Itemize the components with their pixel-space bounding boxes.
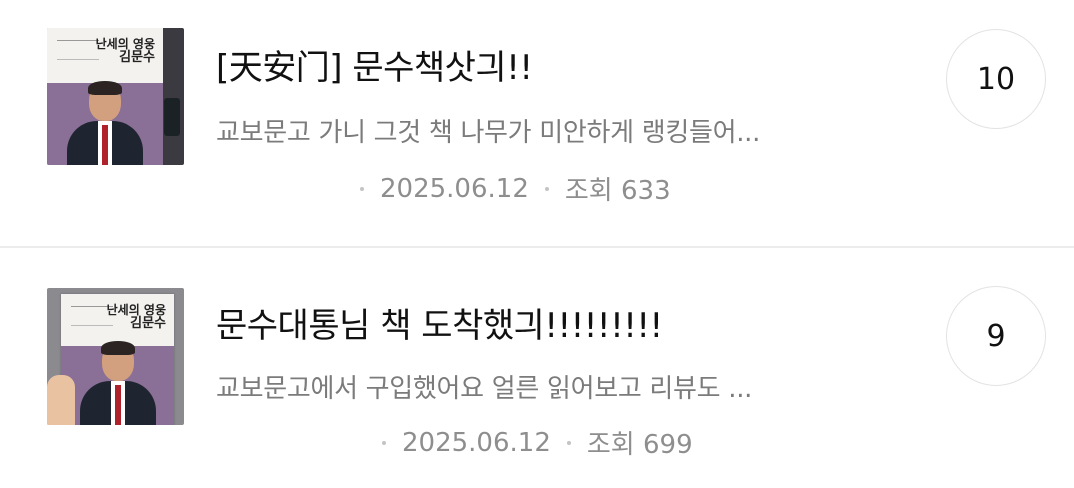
post-date: 2025.06.12 [402,427,551,458]
book-cover-title: 난세의 영웅 김문수 [106,303,166,331]
view-count: 조회 633 [564,176,671,206]
post-title[interactable]: 문수대통님 책 도착했긔!!!!!!!!! [216,298,663,347]
book-cover-image: 난세의 영웅 김문수 [61,294,174,425]
post-excerpt: 교보문고에서 구입했어요 얼른 읽어보고 리뷰도 ... [216,374,753,404]
hand-image [47,375,75,425]
post-meta: 2025.06.12 조회 633 [216,170,671,207]
meta-separator [360,186,364,191]
post-excerpt: 교보문고 가니 그것 책 나무가 미안하게 랭킹들어... [216,118,761,148]
list-item[interactable]: 난세의 영웅 김문수 [天安门] 문수책삿긔!! 교보문고 가니 그것 책 나무… [0,0,1074,240]
view-count: 조회 699 [586,430,693,460]
post-list: 난세의 영웅 김문수 [天安门] 문수책삿긔!! 교보문고 가니 그것 책 나무… [0,0,1074,484]
post-meta: 2025.06.12 조회 699 [216,424,693,461]
meta-separator [566,440,571,445]
list-item[interactable]: 난세의 영웅 김문수 문수대통님 책 도착했긔!!!!!!!!! 교보문고에서 … [0,248,1074,488]
post-thumbnail[interactable]: 난세의 영웅 김문수 [47,288,184,425]
post-thumbnail[interactable]: 난세의 영웅 김문수 [47,28,184,165]
meta-separator [544,186,549,191]
portrait-figure [78,337,158,425]
phone-image [164,98,180,136]
portrait-figure [65,77,145,165]
book-cover-image: 난세의 영웅 김문수 [47,28,163,165]
comment-count-badge[interactable]: 9 [946,286,1046,386]
book-cover-title: 난세의 영웅 김문수 [95,37,155,65]
post-date: 2025.06.12 [380,173,529,204]
comment-count-badge[interactable]: 10 [946,29,1046,129]
post-title[interactable]: [天安门] 문수책삿긔!! [216,40,533,89]
meta-separator [382,440,386,445]
